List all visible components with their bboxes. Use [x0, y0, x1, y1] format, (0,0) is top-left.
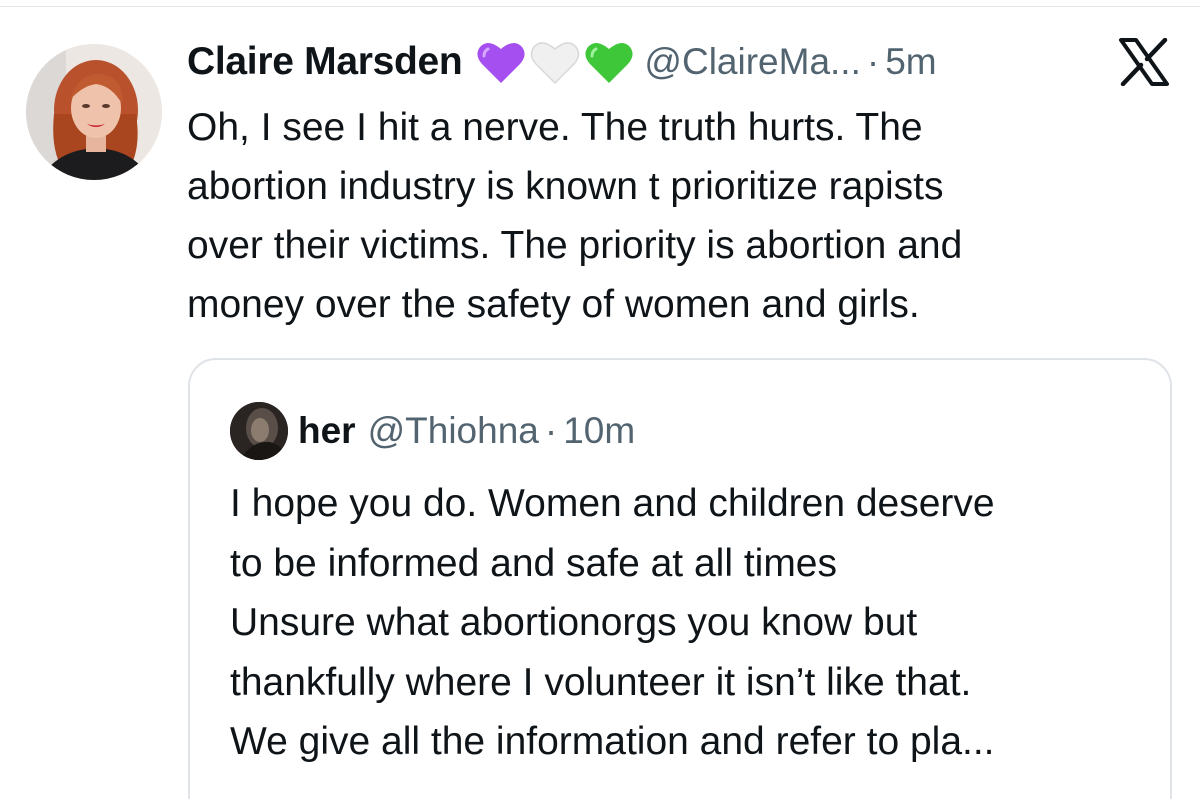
white-heart-icon [531, 42, 580, 85]
name-emoji-group [476, 39, 634, 85]
quoted-tweet-timestamp[interactable]: 10m [563, 410, 635, 452]
quoted-text-line: We give all the information and refer to… [230, 720, 995, 763]
x-logo-icon[interactable] [1118, 38, 1170, 86]
header-separator: · [866, 41, 880, 82]
author-display-name[interactable]: Claire Marsden [187, 40, 463, 84]
tweet-text-line: over their victims. The priority is abor… [187, 224, 963, 267]
quoted-avatar-photo [230, 402, 288, 460]
tweet-text-line: abortion industry is known t prioritize … [187, 165, 944, 208]
quoted-author-handle[interactable]: @Thiohna [368, 410, 539, 452]
tweet-screenshot: Claire Marsden @ClaireMa... · 5m Oh, I s… [0, 0, 1200, 799]
top-divider [0, 6, 1200, 7]
purple-heart-icon [477, 42, 525, 83]
tweet-text-line: Oh, I see I hit a nerve. The truth hurts… [187, 106, 923, 149]
quoted-author-avatar[interactable] [230, 402, 288, 460]
author-avatar[interactable] [26, 44, 162, 180]
quoted-text-line: Unsure what abortionorgs you know but [230, 601, 918, 644]
quoted-text-line: thankfully where I volunteer it isn’t li… [230, 660, 972, 704]
quoted-header-separator: · [544, 410, 558, 451]
avatar-photo [26, 44, 162, 180]
green-heart-icon [585, 42, 633, 83]
quoted-tweet-header: her @Thiohna · 10m [298, 402, 635, 460]
tweet-timestamp[interactable]: 5m [885, 41, 936, 83]
tweet-body: Oh, I see I hit a nerve. The truth hurts… [187, 98, 1177, 334]
tweet-header: Claire Marsden @ClaireMa... · 5m [187, 34, 937, 90]
quoted-tweet-body: I hope you do. Women and children deserv… [230, 474, 1160, 772]
quoted-author-display-name[interactable]: her [298, 410, 356, 452]
tweet-text-line: money over the safety of women and girls… [187, 283, 920, 326]
author-handle[interactable]: @ClaireMa... [644, 41, 860, 83]
quoted-text-line: I hope you do. Women and children deserv… [230, 482, 995, 525]
quoted-tweet-card[interactable]: her @Thiohna · 10m I hope you do. Women … [188, 358, 1172, 799]
quoted-text-line: to be informed and safe at all times [230, 541, 837, 585]
